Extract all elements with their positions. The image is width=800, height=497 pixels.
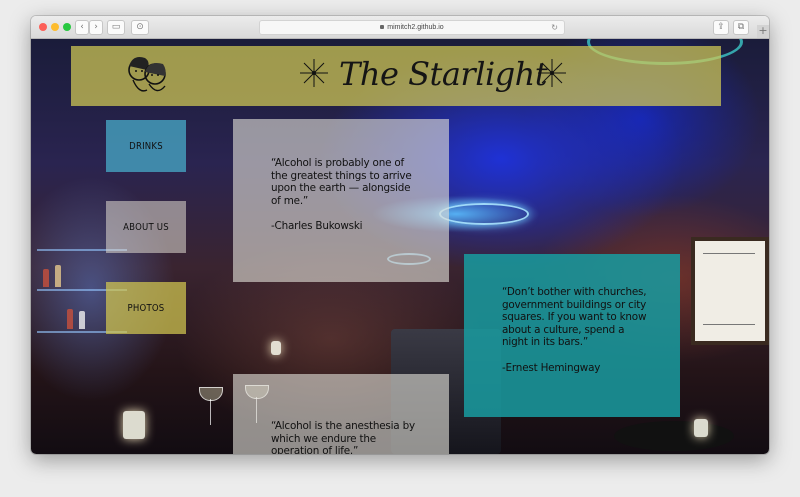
minimize-window-button[interactable]	[51, 23, 59, 31]
site-logo[interactable]: The Starlight	[339, 52, 559, 96]
browser-window: ‹ › ▭ ⊙ mimitch2.github.io ↻ ⇪ ⧉ + The S…	[31, 16, 769, 454]
page-content: The Starlight DRINKS ABOUT US PHOTOS “Al…	[31, 39, 769, 454]
quote-text: “Alcohol is the anesthesia by which we e…	[271, 420, 415, 454]
quote-card: “Alcohol is the anesthesia by which we e…	[233, 374, 449, 454]
candle-holder	[271, 341, 281, 355]
downloads-icon[interactable]: ⊙	[131, 20, 149, 35]
forward-arrow-icon[interactable]: ›	[89, 20, 103, 35]
martini-glass	[199, 387, 223, 401]
nav-about-us-button[interactable]: ABOUT US	[106, 201, 186, 253]
framed-artwork	[691, 237, 769, 345]
quote-author: -Charles Bukowski	[271, 220, 363, 233]
site-header: The Starlight	[71, 46, 721, 106]
ceiling-light-ring	[439, 203, 529, 225]
quote-card: “Alcohol is probably one of the greatest…	[233, 119, 449, 282]
address-bar[interactable]: mimitch2.github.io ↻	[259, 20, 565, 35]
bottle	[55, 265, 61, 287]
quote-author: -Ernest Hemingway	[502, 361, 601, 374]
retro-couple-icon	[128, 57, 166, 92]
martini-glass-stem	[210, 399, 211, 425]
quote-text: “Alcohol is probably one of the greatest…	[271, 157, 412, 207]
candle-holder	[694, 419, 708, 437]
starburst-icon	[538, 59, 566, 87]
sidebar-toggle-icon[interactable]: ▭	[107, 20, 125, 35]
cocktail-table	[614, 421, 734, 451]
quote-card: “Don’t bother with churches, government …	[464, 254, 680, 417]
nav-drinks-button[interactable]: DRINKS	[106, 120, 186, 172]
back-arrow-icon[interactable]: ‹	[75, 20, 89, 35]
bottle	[43, 269, 49, 287]
quote-text: “Don’t bother with churches, government …	[502, 286, 647, 349]
bottle	[67, 309, 73, 329]
bottle	[79, 311, 85, 329]
lock-icon	[380, 25, 385, 29]
new-tab-icon[interactable]: +	[757, 25, 769, 38]
fullscreen-window-button[interactable]	[63, 23, 71, 31]
url-text: mimitch2.github.io	[387, 24, 444, 31]
tab-overview-icon[interactable]: ⧉	[733, 20, 749, 35]
nav-photos-button[interactable]: PHOTOS	[106, 282, 186, 334]
close-window-button[interactable]	[39, 23, 47, 31]
share-icon[interactable]: ⇪	[713, 20, 729, 35]
browser-titlebar: ‹ › ▭ ⊙ mimitch2.github.io ↻ ⇪ ⧉	[31, 16, 769, 39]
candle-holder	[123, 411, 145, 439]
starburst-icon	[300, 59, 328, 87]
reload-icon[interactable]: ↻	[551, 21, 558, 34]
